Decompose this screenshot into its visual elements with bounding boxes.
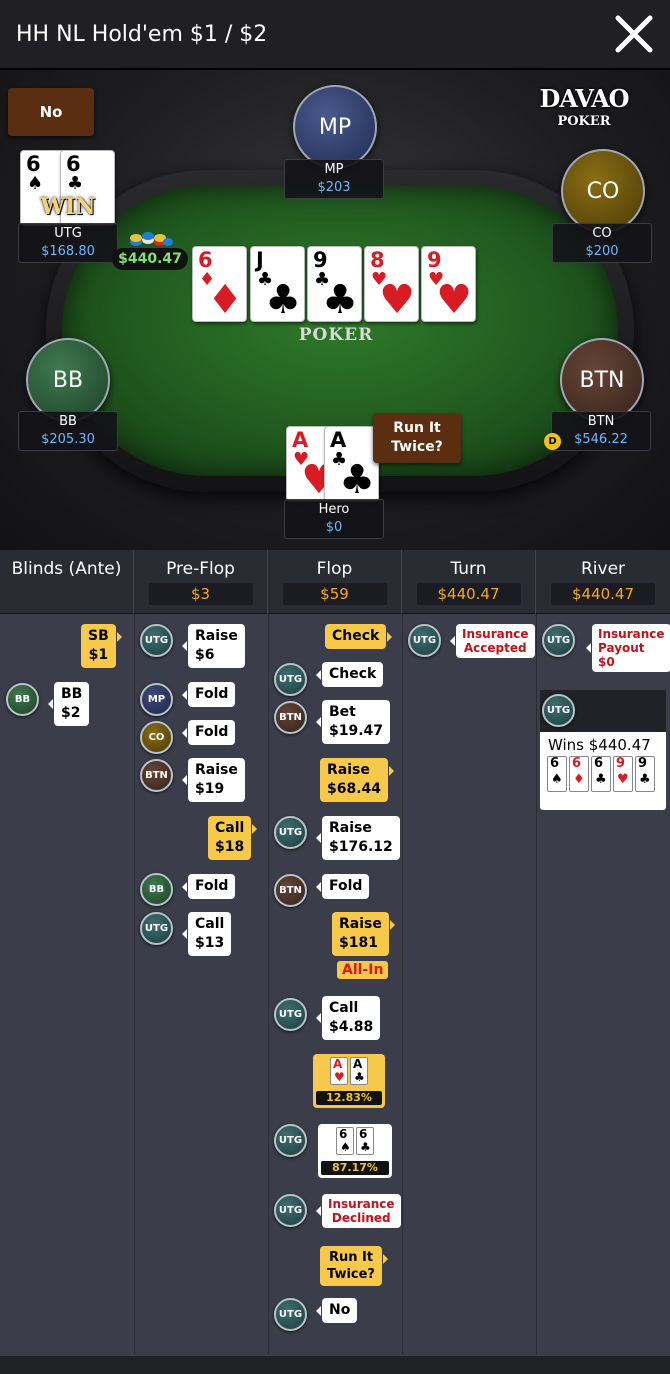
action-flop-hero: Raise $68.44	[320, 758, 395, 802]
column-blinds: Blinds (Ante)	[0, 550, 134, 614]
equity-card: 6 ♣	[356, 1127, 374, 1155]
action-bb: BB $2	[47, 682, 90, 726]
co-seat-plate: CO $200	[552, 223, 652, 263]
chip-stack-icon	[130, 232, 173, 246]
badge-co: CO	[140, 721, 173, 754]
winner-box: UTG Wins $440.47 6 ♠ 6 ♦ 6 ♣ 9 ♥ 9 ♣	[540, 690, 666, 810]
bb-avatar[interactable]: BB	[26, 338, 110, 422]
column-turn: Turn $440.47	[402, 550, 536, 614]
action-flop: Call $4.88	[315, 996, 381, 1040]
action-flop: No	[315, 1298, 358, 1323]
board-card: 6 ♦ ♦	[192, 246, 247, 322]
bb-seat-plate: BB $205.30	[18, 411, 118, 451]
page-title: HH NL Hold'em $1 / $2	[16, 22, 268, 47]
action-flop-hero: Check	[325, 624, 393, 649]
action-preflop: Fold	[181, 720, 236, 745]
column-river: River $440.47	[536, 550, 670, 614]
close-icon[interactable]	[612, 12, 656, 56]
badge-utg: UTG	[140, 912, 173, 945]
action-flop: Bet $19.47	[315, 700, 391, 744]
badge-utg: UTG	[274, 1194, 307, 1227]
bottom-bar	[0, 1356, 670, 1374]
utg-seat-plate: UTG $168.80	[18, 223, 118, 263]
column-preflop: Pre-Flop $3	[134, 550, 268, 614]
hero-seat-plate: Hero $0	[284, 499, 384, 539]
action-preflop: Raise $6	[182, 624, 245, 668]
insurance-accepted: Insurance Accepted	[450, 624, 535, 658]
badge-utg: UTG	[274, 816, 307, 849]
board-card: 9 ♣ ♣	[307, 246, 362, 322]
header-bar: HH NL Hold'em $1 / $2	[0, 0, 670, 70]
column-divider	[268, 614, 269, 1354]
hero-action-bubble: Run It Twice?	[373, 413, 461, 463]
action-preflop-hero: Call $18	[208, 816, 258, 860]
badge-utg: UTG	[408, 624, 441, 657]
equity-card: A ♣	[350, 1057, 368, 1085]
wins-label: Wins $440.47	[548, 736, 651, 754]
action-flop: Check	[315, 662, 384, 687]
action-flop: Raise $176.12	[316, 816, 400, 860]
badge-utg: UTG	[274, 663, 307, 696]
badge-utg: UTG	[140, 624, 173, 657]
badge-utg: UTG	[274, 1124, 307, 1157]
utg-action-bubble: No	[8, 88, 94, 136]
hand-history-panel: Blinds (Ante) Pre-Flop $3 Flop $59 Turn $44…	[0, 550, 670, 1374]
badge-utg: UTG	[542, 624, 575, 657]
dealer-button: D	[544, 433, 561, 450]
action-preflop: Fold	[181, 874, 236, 899]
column-divider	[402, 614, 403, 1354]
winning-card: 9 ♥	[613, 756, 633, 792]
hero-card-2: A ♣ ♣	[324, 426, 379, 502]
winning-card: 6 ♦	[569, 756, 589, 792]
equity-card: 6 ♠	[336, 1127, 354, 1155]
felt-logo: POKER	[298, 325, 374, 345]
badge-utg: UTG	[274, 1298, 307, 1331]
mp-seat-plate: MP $203	[284, 159, 384, 199]
all-in-badge: All-In	[337, 961, 389, 979]
badge-btn: BTN	[274, 701, 307, 734]
action-flop: Fold	[315, 874, 370, 899]
badge-mp: MP	[140, 683, 173, 716]
hand-history-screen: HH NL Hold'em $1 / $2 POKER DAVAO POKER …	[0, 0, 670, 1374]
equity-card: A ♥	[330, 1057, 348, 1085]
board-card: 9 ♥ ♥	[421, 246, 476, 322]
poker-table-view: POKER DAVAO POKER No 6 ♠ 6 ♣ WIN UTG $168.8…	[0, 70, 670, 550]
column-flop: Flop $59	[268, 550, 402, 614]
action-preflop: Raise $19	[182, 758, 245, 802]
badge-bb: BB	[140, 873, 173, 906]
action-flop-hero: Raise $181	[332, 912, 395, 956]
action-sb: SB $1	[81, 624, 122, 668]
winning-card: 6 ♣	[591, 756, 611, 792]
hero-equity-box: A ♥ A ♣ 12.83%	[313, 1054, 385, 1108]
badge-utg: UTG	[542, 694, 575, 727]
badge-utg: UTG	[274, 998, 307, 1031]
winning-card: 6 ♠	[547, 756, 567, 792]
pot-amount: $440.47	[112, 248, 188, 270]
run-it-twice-prompt: Run It Twice?	[320, 1246, 388, 1286]
win-label: WIN	[40, 194, 96, 220]
badge-bb: BB	[6, 683, 39, 716]
board-card: J ♣ ♣	[250, 246, 305, 322]
co-avatar[interactable]: CO	[561, 149, 645, 233]
action-preflop: Call $13	[181, 912, 232, 956]
utg-equity-box: 6 ♠ 6 ♣ 87.17%	[318, 1124, 392, 1178]
board-card: 8 ♥ ♥	[364, 246, 419, 322]
insurance-payout: Insurance Payout $0	[586, 624, 670, 672]
action-preflop: Fold	[181, 682, 236, 707]
hero-equity: 12.83%	[316, 1091, 382, 1105]
insurance-declined: Insurance Declined	[316, 1194, 401, 1228]
winning-card: 9 ♣	[635, 756, 655, 792]
mp-avatar[interactable]: MP	[293, 85, 377, 169]
badge-btn: BTN	[140, 759, 173, 792]
btn-seat-plate: BTN $546.22	[551, 411, 651, 451]
brand-logo: DAVAO POKER	[539, 84, 630, 129]
utg-equity: 87.17%	[321, 1161, 389, 1175]
btn-avatar[interactable]: BTN	[560, 338, 644, 422]
winning-hand-cards: 6 ♠ 6 ♦ 6 ♣ 9 ♥ 9 ♣	[546, 756, 656, 796]
column-divider	[134, 614, 135, 1354]
column-divider	[536, 614, 537, 1354]
street-header-row: Blinds (Ante) Pre-Flop $3 Flop $59 Turn $44…	[0, 550, 670, 614]
badge-btn: BTN	[274, 874, 307, 907]
